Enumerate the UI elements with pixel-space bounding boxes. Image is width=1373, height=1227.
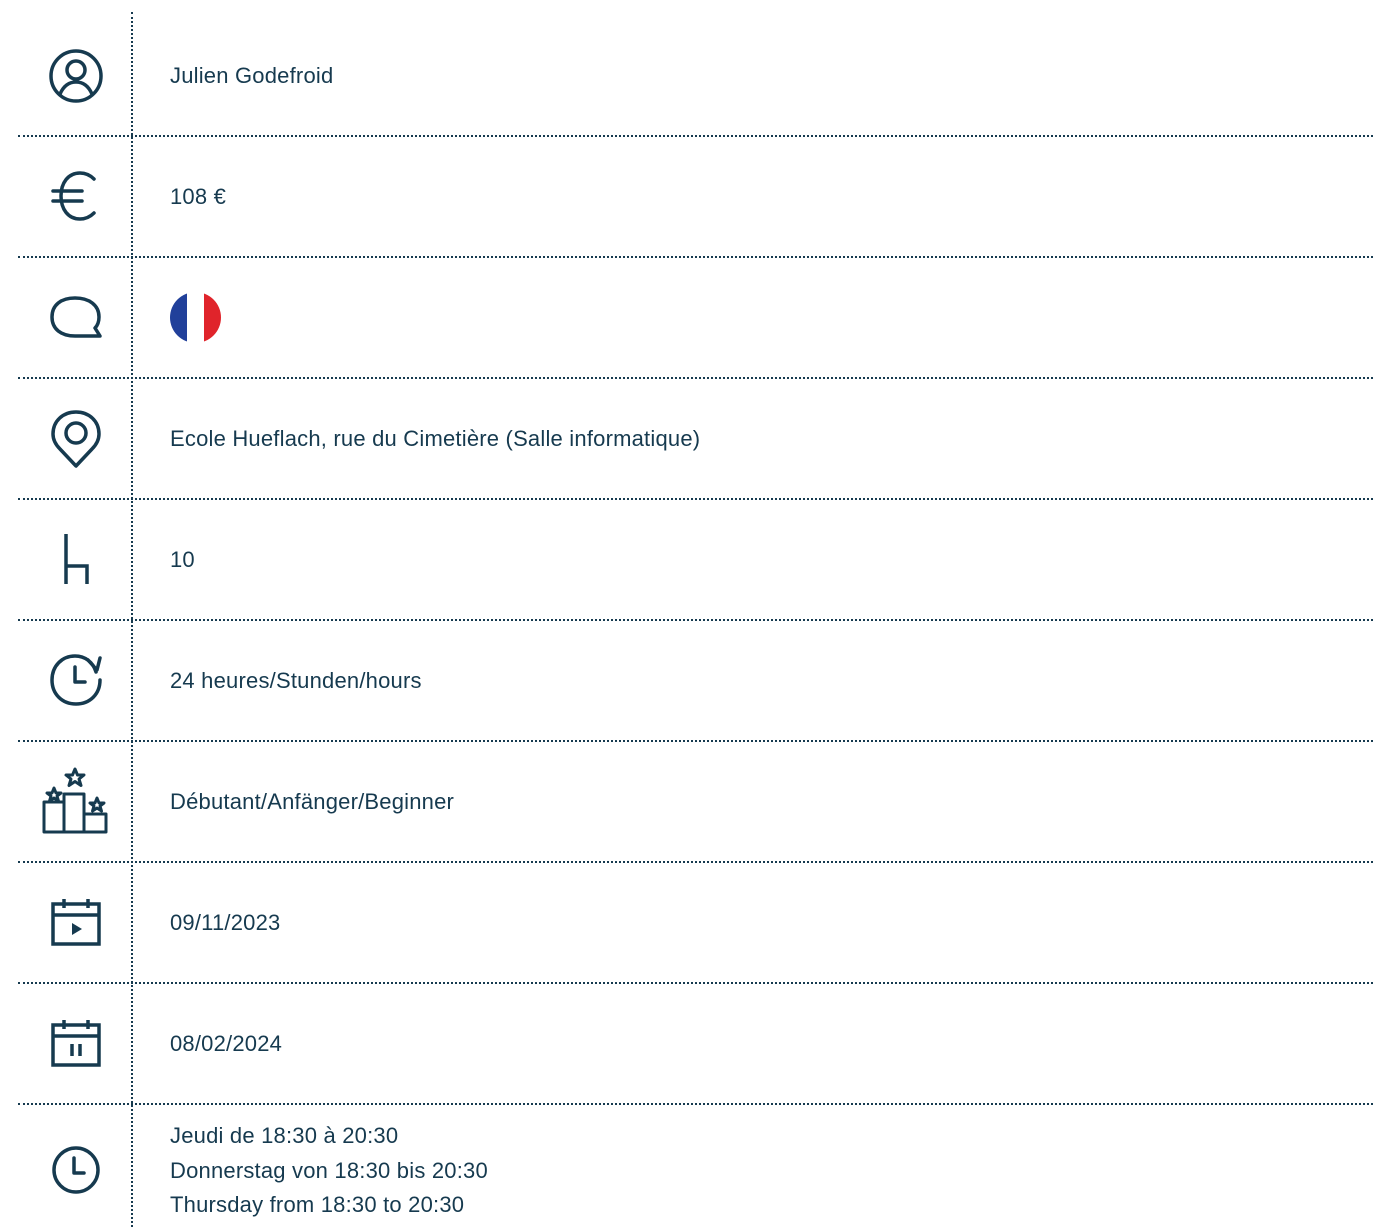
row-divider (18, 1103, 1373, 1105)
teacher-name: Julien Godefroid (170, 63, 334, 88)
course-location: Ecole Hueflach, rue du Cimetière (Salle … (170, 426, 701, 451)
podium-stars-icon (40, 764, 112, 836)
calendar-end-icon (40, 1017, 112, 1069)
french-flag-icon (170, 292, 221, 343)
clock-refresh-icon (40, 650, 112, 710)
euro-icon (40, 168, 112, 224)
calendar-start-icon (40, 896, 112, 948)
chair-icon (40, 530, 112, 588)
row-divider (18, 619, 1373, 621)
user-icon (40, 46, 112, 106)
row-divider (18, 135, 1373, 137)
row-divider (18, 256, 1373, 258)
row-divider (18, 982, 1373, 984)
clock-icon (40, 1142, 112, 1198)
schedule-line-de: Donnerstag von 18:30 bis 20:30 (170, 1158, 488, 1183)
row-divider (18, 498, 1373, 500)
course-duration: 24 heures/Stunden/hours (170, 668, 422, 693)
speech-bubble-icon (40, 290, 112, 346)
schedule-line-fr: Jeudi de 18:30 à 20:30 (170, 1123, 399, 1148)
course-price: 108 € (170, 184, 227, 209)
seats-count: 10 (170, 547, 195, 572)
start-date: 09/11/2023 (170, 910, 281, 935)
row-divider (18, 740, 1373, 742)
schedule-line-en: Thursday from 18:30 to 20:30 (170, 1192, 465, 1217)
row-divider (18, 377, 1373, 379)
course-level: Débutant/Anfänger/Beginner (170, 789, 455, 814)
location-pin-icon (40, 408, 112, 470)
end-date: 08/02/2024 (170, 1031, 283, 1056)
row-divider (18, 861, 1373, 863)
